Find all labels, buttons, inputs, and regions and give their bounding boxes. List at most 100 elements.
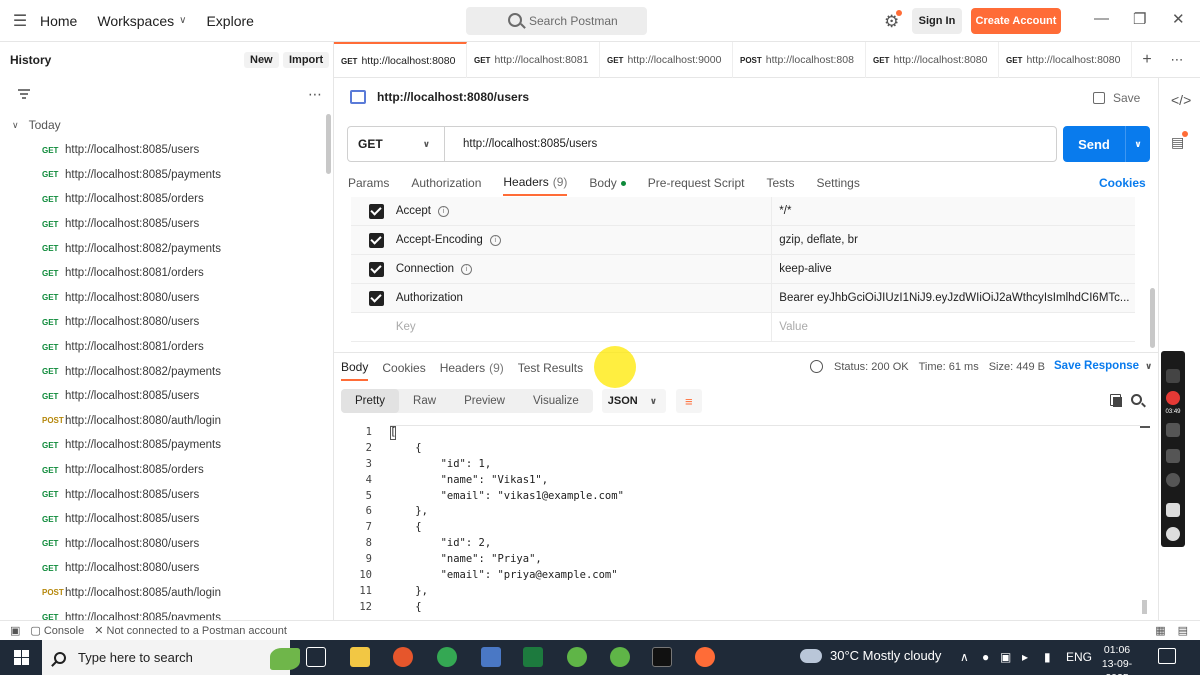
history-item[interactable]: GET http://localhost:8085/users — [0, 212, 325, 237]
notepad-icon[interactable] — [523, 647, 543, 667]
history-item[interactable]: POST http://localhost:8085/auth/login — [0, 581, 325, 606]
import-button[interactable]: Import — [283, 52, 330, 68]
request-tab[interactable]: GET http://localhost:8080 — [999, 42, 1132, 78]
url-input[interactable]: http://localhost:8085/users — [445, 138, 597, 150]
request-tab[interactable]: GET http://localhost:8081 — [467, 42, 600, 78]
windows-start-icon[interactable] — [0, 640, 42, 675]
send-button[interactable]: Send ∨ — [1063, 126, 1150, 162]
header-enabled-checkbox[interactable] — [369, 261, 384, 277]
request-tab[interactable]: GET http://localhost:8080 — [866, 42, 999, 78]
status-code[interactable]: Status: 200 OK — [834, 361, 909, 373]
info-icon[interactable]: i — [461, 263, 473, 275]
format-pretty[interactable]: Pretty — [341, 389, 400, 413]
spring-tool-2-icon[interactable] — [610, 647, 630, 667]
info-icon[interactable]: i — [489, 234, 501, 246]
microphone-icon[interactable] — [1166, 423, 1180, 437]
menu-icon[interactable]: ☰ — [0, 0, 40, 42]
tab-tests[interactable]: Tests — [766, 170, 794, 196]
header-value[interactable]: keep-alive — [779, 263, 1135, 275]
record-icon[interactable] — [1166, 391, 1180, 405]
language-indicator[interactable]: ENG — [1066, 650, 1092, 664]
camera-icon[interactable] — [1166, 369, 1180, 383]
history-item[interactable]: GET http://localhost:8080/users — [0, 556, 325, 581]
language-select[interactable]: JSON ∨ — [601, 389, 666, 413]
history-item[interactable]: POST http://localhost:8080/auth/login — [0, 409, 325, 434]
tab-body[interactable]: Body — [589, 170, 626, 196]
copy-icon[interactable] — [1110, 394, 1122, 407]
minimize-icon[interactable]: — — [1094, 10, 1109, 27]
history-item[interactable]: GET http://localhost:8085/users — [0, 138, 325, 163]
header-value-input[interactable]: Value — [779, 321, 1135, 333]
taskbar-search-input[interactable]: Type here to search — [42, 640, 300, 675]
history-item[interactable]: GET http://localhost:8085/payments — [0, 433, 325, 458]
tab-settings[interactable]: Settings — [817, 170, 860, 196]
tab-params[interactable]: Params — [348, 170, 389, 196]
weather-widget[interactable]: 30°C Mostly cloudy — [800, 643, 941, 663]
globe-icon[interactable] — [810, 360, 823, 373]
sign-in-button[interactable]: Sign In — [912, 8, 962, 34]
network-icon[interactable]: ▣ — [1000, 650, 1011, 664]
history-item[interactable]: GET http://localhost:8085/payments — [0, 163, 325, 188]
request-tab[interactable]: GET http://localhost:8080 — [334, 42, 467, 78]
history-group-today[interactable]: ∨ Today — [12, 118, 61, 132]
response-tab-cookies[interactable]: Cookies — [382, 355, 425, 381]
header-value[interactable]: Bearer eyJhbGciOiJIUzI1NiJ9.eyJzdWIiOiJ2… — [779, 292, 1135, 304]
calculator-icon[interactable] — [481, 647, 501, 667]
maximize-icon[interactable]: ❐ — [1133, 10, 1146, 28]
gear-icon[interactable] — [1166, 527, 1180, 541]
request-tab[interactable]: POST http://localhost:808 — [733, 42, 866, 78]
history-item[interactable]: GET http://localhost:8085/users — [0, 507, 325, 532]
history-item[interactable]: GET http://localhost:8085/orders — [0, 458, 325, 483]
response-scrollbar[interactable] — [1142, 600, 1147, 614]
new-tab-plus-icon[interactable]: + — [1132, 42, 1162, 77]
response-tab-test-results[interactable]: Test Results — [518, 355, 583, 381]
layout-icon[interactable]: ▦ — [1155, 624, 1165, 637]
toggle-sidebar-icon[interactable]: ▣ — [10, 624, 20, 637]
volume-icon[interactable]: ▸ — [1022, 650, 1028, 664]
header-key[interactable]: Accept i — [396, 205, 771, 217]
history-item[interactable]: GET http://localhost:8085/users — [0, 384, 325, 409]
nav-explore[interactable]: Explore — [206, 13, 253, 29]
new-button[interactable]: New — [244, 52, 279, 68]
wrap-lines-icon[interactable]: ≡ — [675, 389, 702, 413]
info-icon[interactable]: i — [438, 205, 449, 217]
tab-prerequest-script[interactable]: Pre-request Script — [648, 170, 745, 196]
response-size[interactable]: Size: 449 B — [989, 361, 1045, 373]
history-item[interactable]: GET http://localhost:8081/orders — [0, 261, 325, 286]
history-item[interactable]: GET http://localhost:8082/payments — [0, 359, 325, 384]
terminal-icon[interactable] — [652, 647, 672, 667]
history-item[interactable]: GET http://localhost:8080/users — [0, 286, 325, 311]
tabs-more-icon[interactable]: ⋯ — [1162, 42, 1192, 77]
history-item[interactable]: GET http://localhost:8085/payments — [0, 605, 325, 620]
tab-authorization[interactable]: Authorization — [411, 170, 481, 196]
response-time[interactable]: Time: 61 ms — [919, 361, 979, 373]
request-title[interactable]: http://localhost:8080/users — [350, 90, 529, 104]
header-key[interactable]: Accept-Encoding i — [396, 234, 771, 246]
file-explorer-icon[interactable] — [350, 647, 370, 667]
documentation-icon[interactable]: ▤ — [1171, 131, 1189, 151]
help-icon[interactable]: ▤ — [1178, 624, 1188, 637]
format-visualize[interactable]: Visualize — [519, 389, 593, 413]
save-button[interactable]: Save — [1093, 91, 1140, 105]
tab-headers[interactable]: Headers (9) — [503, 170, 568, 196]
format-preview[interactable]: Preview — [450, 389, 519, 413]
header-value[interactable]: */* — [779, 205, 1135, 217]
request-tab[interactable]: GET http://localhost:9000 — [600, 42, 733, 78]
request-scrollbar[interactable] — [1150, 288, 1155, 348]
firefox-icon[interactable] — [393, 647, 413, 667]
sidebar-scrollbar[interactable] — [326, 114, 331, 174]
postman-icon[interactable] — [695, 647, 715, 667]
method-select[interactable]: GET ∨ — [348, 127, 445, 161]
format-raw[interactable]: Raw — [399, 389, 450, 413]
response-body-editor[interactable]: 1[2 {3 "id": 1, 4 "name": "Vikas1", 5 "ema… — [340, 424, 1140, 614]
header-enabled-checkbox[interactable] — [369, 290, 384, 306]
header-key[interactable]: Connection i — [396, 263, 771, 275]
history-item[interactable]: GET http://localhost:8080/users — [0, 310, 325, 335]
tray-chevron-up-icon[interactable]: ∧ — [960, 650, 969, 664]
history-item[interactable]: GET http://localhost:8085/orders — [0, 187, 325, 212]
webcam-icon[interactable] — [1166, 473, 1180, 487]
speaker-icon[interactable] — [1166, 449, 1180, 463]
notification-center-icon[interactable] — [1158, 648, 1176, 664]
header-key-input[interactable]: Key — [396, 321, 771, 333]
save-response-button[interactable]: Save Response ∨ — [1054, 360, 1152, 372]
